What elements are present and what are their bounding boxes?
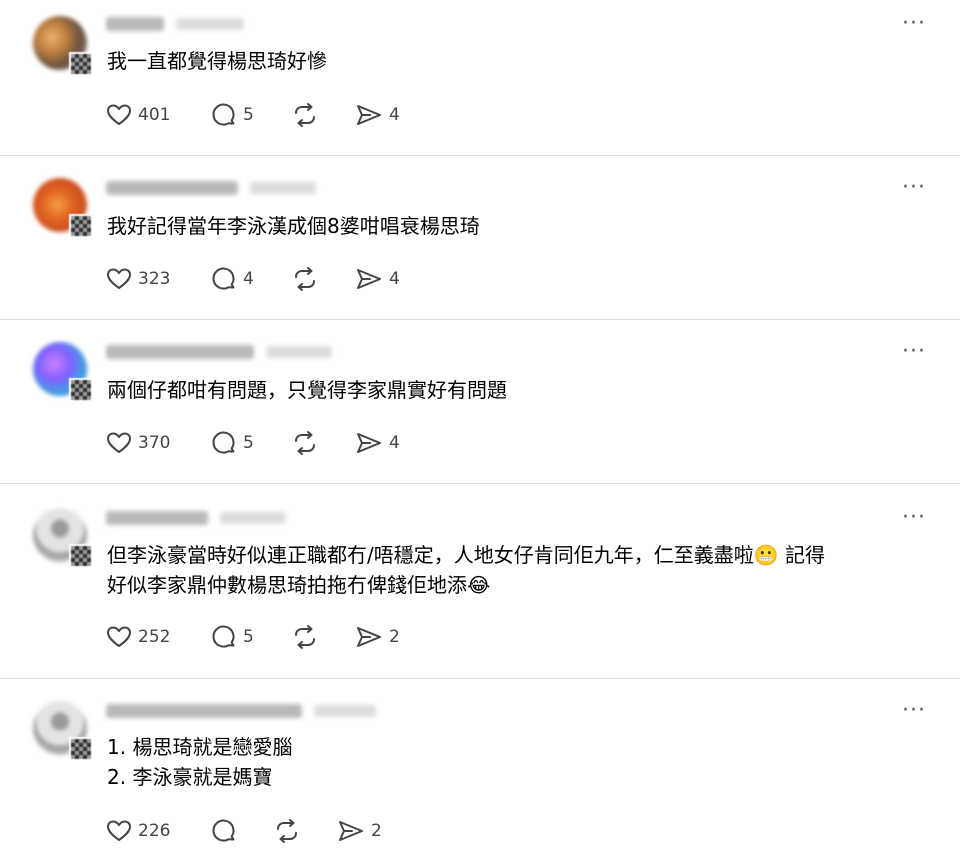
share-button[interactable]: 4: [355, 267, 415, 291]
heart-icon: [107, 820, 131, 841]
reply-bubble-icon: [212, 103, 235, 126]
share-count: 4: [389, 105, 400, 125]
post-text: 我好記得當年李泳漢成個8婆咁唱衰楊思琦: [107, 214, 480, 238]
post-text: 兩個仔都咁有問題，只覺得李家鼎實好有問題: [107, 378, 507, 402]
post: xyndkshosy 1-1-2 ··· 兩個仔都咁有問題，只覺得李家鼎實好有問題…: [0, 320, 960, 484]
reply-bubble-icon: [212, 431, 235, 454]
like-button[interactable]: 226: [106, 819, 211, 843]
avatar[interactable]: [33, 342, 93, 402]
reply-count: 5: [243, 627, 254, 647]
repost-icon: [295, 431, 315, 455]
send-icon: [339, 821, 363, 841]
timestamp: 1-1-2: [220, 512, 286, 524]
repost-button[interactable]: [291, 624, 355, 650]
like-button[interactable]: 401: [106, 103, 211, 127]
post: hmwtvhsvgeskd 1-1-2 ··· 1. 楊思琦就是戀愛腦 2. 李泳…: [0, 679, 960, 859]
avatar[interactable]: [33, 701, 93, 761]
reply-button[interactable]: [211, 818, 273, 844]
repost-icon: [295, 267, 315, 291]
share-count: 4: [389, 433, 400, 453]
share-count: 2: [389, 627, 400, 647]
more-options-icon[interactable]: ···: [902, 13, 926, 35]
reply-count: 4: [243, 269, 254, 289]
heart-icon: [107, 268, 131, 289]
reply-button[interactable]: 5: [211, 102, 291, 128]
username[interactable]: myparrot527: [106, 181, 238, 195]
post: ssmmssss 1-1-2 ··· 但李泳豪當時好似連正職都冇/唔穩定，人地女仔…: [0, 484, 960, 679]
follow-badge-icon: [69, 378, 93, 402]
share-count: 4: [389, 269, 400, 289]
repost-button[interactable]: [291, 266, 355, 292]
reply-button[interactable]: 5: [211, 430, 291, 456]
timestamp: 1-1-2: [314, 705, 376, 717]
more-options-icon[interactable]: ···: [902, 700, 926, 722]
like-button[interactable]: 252: [106, 625, 211, 649]
like-count: 370: [138, 433, 171, 453]
username[interactable]: hmwtvhsvgeskd: [106, 704, 302, 718]
follow-badge-icon: [69, 544, 93, 568]
post: fiiessi 1-1-2 ··· 我一直都覺得楊思琦好慘 401 5 4: [0, 0, 960, 156]
timestamp: 1-1-2: [176, 18, 244, 30]
repost-icon: [277, 819, 297, 843]
heart-icon: [107, 104, 131, 125]
post-header: fiiessi 1-1-2: [106, 13, 244, 35]
share-count: 2: [371, 821, 382, 841]
like-count: 401: [138, 105, 171, 125]
follow-badge-icon: [69, 737, 93, 761]
like-button[interactable]: 370: [106, 431, 211, 455]
post-header: hmwtvhsvgeskd 1-1-2: [106, 700, 376, 722]
repost-button[interactable]: [291, 102, 355, 128]
post-text: 但李泳豪當時好似連正職都冇/唔穩定，人地女仔肯同佢九年，仁至義盡啦😬 記得 好似…: [107, 543, 825, 597]
repost-button[interactable]: [273, 818, 337, 844]
post-text: 1. 楊思琦就是戀愛腦 2. 李泳豪就是媽寶: [107, 735, 293, 789]
more-options-icon[interactable]: ···: [902, 341, 926, 363]
reply-button[interactable]: 5: [211, 624, 291, 650]
send-icon: [357, 433, 381, 453]
repost-icon: [295, 103, 315, 127]
action-bar: 323 4 4: [106, 265, 415, 293]
repost-icon: [295, 625, 315, 649]
avatar[interactable]: [33, 178, 93, 238]
post-text: 我一直都覺得楊思琦好慘: [107, 49, 327, 73]
username[interactable]: xyndkshosy: [106, 345, 254, 359]
like-count: 252: [138, 627, 171, 647]
heart-icon: [107, 626, 131, 647]
send-icon: [357, 627, 381, 647]
reply-bubble-icon: [212, 625, 235, 648]
like-button[interactable]: 323: [106, 267, 211, 291]
action-bar: 370 5 4: [106, 429, 415, 457]
reply-button[interactable]: 4: [211, 266, 291, 292]
share-button[interactable]: 4: [355, 431, 415, 455]
more-options-icon[interactable]: ···: [902, 177, 926, 199]
share-button[interactable]: 4: [355, 103, 415, 127]
avatar[interactable]: [33, 508, 93, 568]
action-bar: 252 5 2: [106, 623, 415, 651]
repost-button[interactable]: [291, 430, 355, 456]
share-button[interactable]: 2: [337, 819, 397, 843]
reply-count: 5: [243, 433, 254, 453]
send-icon: [357, 105, 381, 125]
timestamp: 1-1-2: [250, 182, 316, 194]
avatar[interactable]: [33, 16, 93, 76]
reply-count: 5: [243, 105, 254, 125]
share-button[interactable]: 2: [355, 625, 415, 649]
timestamp: 1-1-2: [266, 346, 332, 358]
follow-badge-icon: [69, 52, 93, 76]
post-header: xyndkshosy 1-1-2: [106, 341, 332, 363]
post-header: myparrot527 1-1-2: [106, 177, 316, 199]
more-options-icon[interactable]: ···: [902, 507, 926, 529]
send-icon: [357, 269, 381, 289]
action-bar: 401 5 4: [106, 101, 415, 129]
action-bar: 226 2: [106, 817, 397, 845]
follow-badge-icon: [69, 214, 93, 238]
post-header: ssmmssss 1-1-2: [106, 507, 286, 529]
post: myparrot527 1-1-2 ··· 我好記得當年李泳漢成個8婆咁唱衰楊思琦…: [0, 156, 960, 320]
username[interactable]: ssmmssss: [106, 511, 208, 525]
username[interactable]: fiiessi: [106, 17, 164, 31]
heart-icon: [107, 432, 131, 453]
reply-bubble-icon: [212, 267, 235, 290]
reply-bubble-icon: [212, 819, 235, 842]
like-count: 226: [138, 821, 171, 841]
like-count: 323: [138, 269, 171, 289]
